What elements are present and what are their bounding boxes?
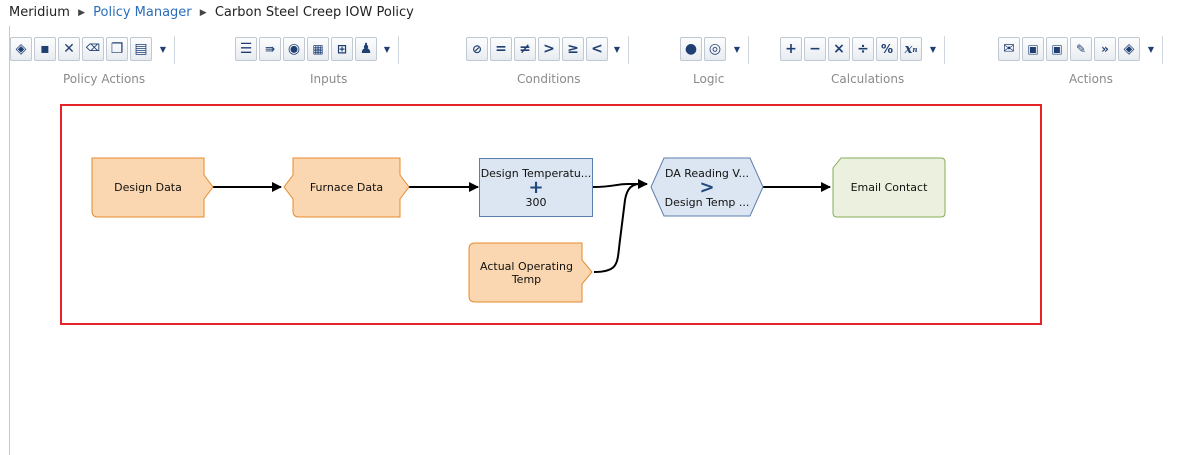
node-calculation[interactable]: Design Temperatu... + 300: [479, 158, 593, 217]
calc-right-operand: 300: [525, 195, 547, 209]
condition-right-operand: Design Temp ...: [664, 195, 750, 209]
actual-temp-label-line2: Temp: [511, 273, 542, 286]
condition-greater-operator: >: [699, 176, 715, 198]
node-condition[interactable]: DA Reading V... > Design Temp ...: [653, 160, 761, 215]
node-actual-operating-temp[interactable]: Actual Operating Temp: [471, 260, 582, 286]
node-design-data[interactable]: Design Data: [92, 181, 204, 194]
node-email-contact[interactable]: Email Contact: [833, 181, 945, 194]
node-furnace-data[interactable]: Furnace Data: [293, 181, 400, 194]
actual-temp-label-line1: Actual Operating: [480, 260, 573, 273]
calc-add-operator: +: [528, 176, 544, 198]
